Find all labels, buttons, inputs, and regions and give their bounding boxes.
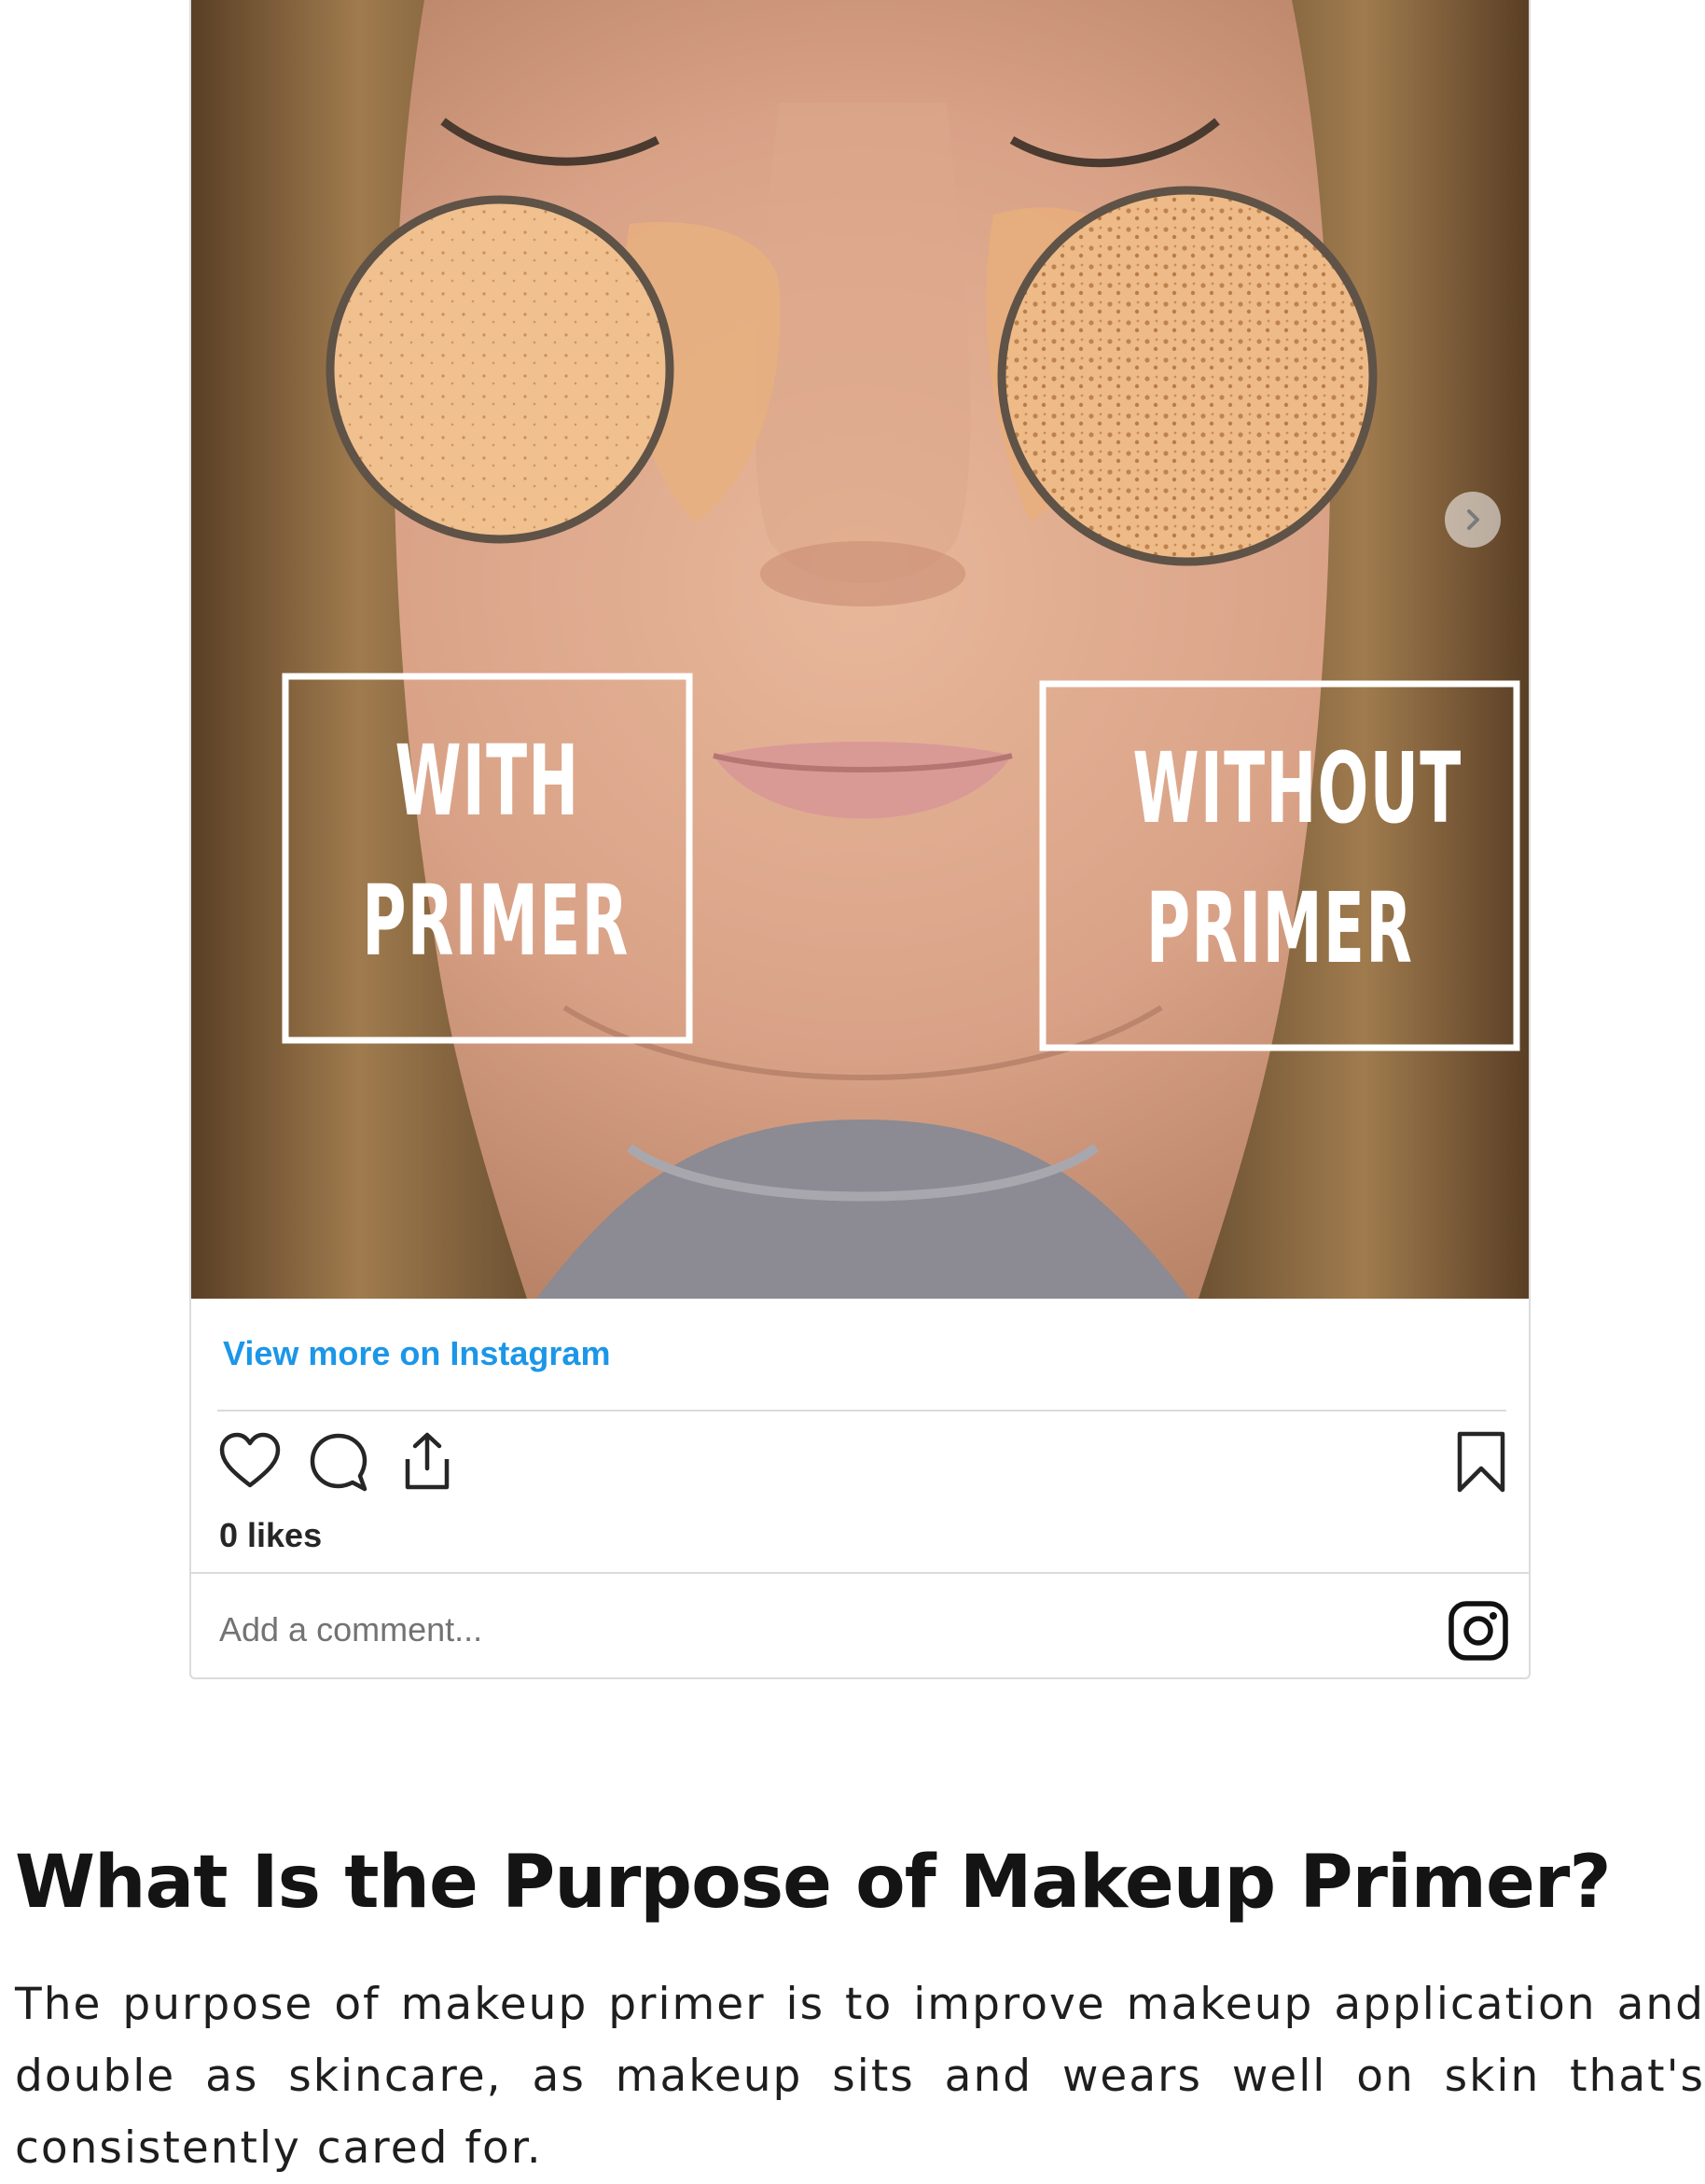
face-comparison-image — [191, 0, 1529, 1299]
post-photo[interactable]: WITH PRIMER WITHOUT PRIMER — [191, 0, 1529, 1299]
with-primer-label: WITH PRIMER — [362, 711, 630, 991]
divider — [217, 1410, 1506, 1412]
post-actions-bar — [217, 1429, 1506, 1496]
section-heading: What Is the Purpose of Makeup Primer? — [15, 1841, 1612, 1925]
likes-count: 0 likes — [219, 1516, 323, 1554]
without-primer-label: WITHOUT PRIMER — [1132, 718, 1462, 998]
with-primer-line1: WITH — [395, 724, 580, 838]
body-paragraph: The purpose of makeup primer is to impro… — [15, 1979, 1705, 2174]
divider — [191, 1572, 1529, 1574]
share-icon[interactable] — [395, 1429, 460, 1495]
without-primer-line1: WITHOUT — [1132, 731, 1462, 845]
instagram-embed: WITH PRIMER WITHOUT PRIMER View more on … — [189, 0, 1531, 1679]
heart-icon[interactable] — [217, 1429, 283, 1495]
comment-icon[interactable] — [306, 1429, 371, 1495]
add-comment-input[interactable] — [219, 1607, 1338, 1653]
bookmark-icon[interactable] — [1449, 1429, 1514, 1495]
carousel-next-button[interactable] — [1445, 492, 1501, 548]
with-primer-line2: PRIMER — [362, 864, 630, 978]
instagram-logo-icon[interactable] — [1447, 1599, 1510, 1662]
view-more-on-instagram-link[interactable]: View more on Instagram — [223, 1334, 610, 1373]
chevron-right-icon — [1467, 509, 1479, 530]
without-primer-line2: PRIMER — [1145, 871, 1414, 985]
